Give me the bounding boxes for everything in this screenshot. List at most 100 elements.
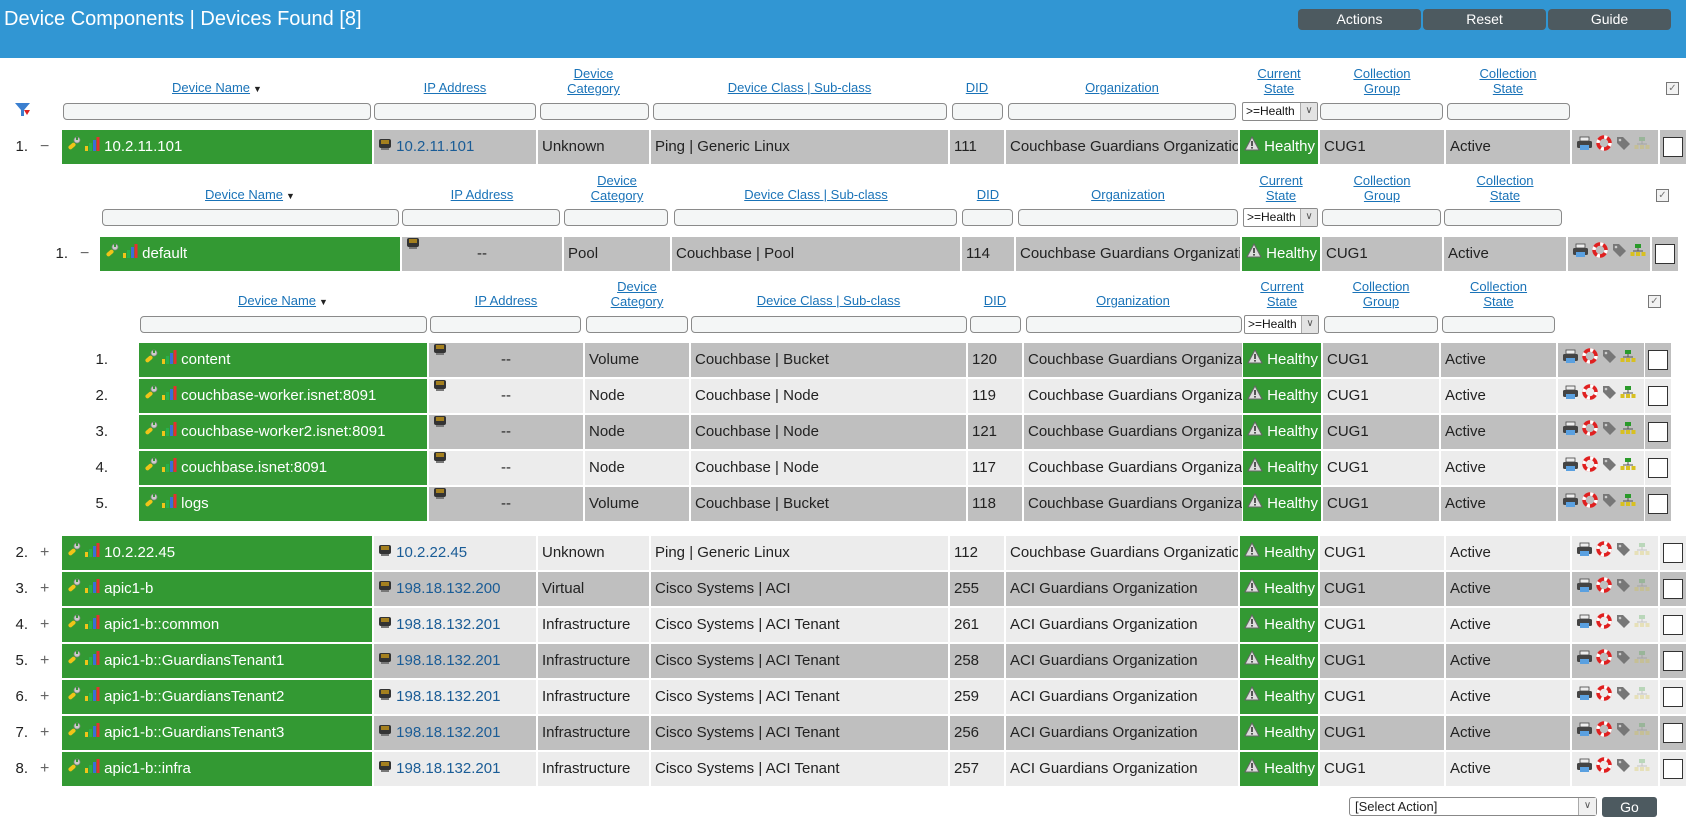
device-name-cell[interactable]: apic1-b::common xyxy=(62,608,372,642)
col-header-device-category[interactable]: Device Category xyxy=(564,173,670,203)
signal-bars-icon[interactable] xyxy=(161,379,177,413)
filter-input-name[interactable] xyxy=(140,316,427,333)
col-header-did[interactable]: DID xyxy=(968,293,1022,308)
filter-input-org[interactable] xyxy=(1018,209,1238,226)
guide-button[interactable]: Guide xyxy=(1548,9,1671,30)
device-name-link[interactable]: content xyxy=(177,351,230,368)
col-header-device-category[interactable]: Device Category xyxy=(538,66,649,96)
wrench-icon[interactable] xyxy=(104,237,120,271)
row-checkbox[interactable] xyxy=(1663,543,1683,563)
device-name-cell[interactable]: 10.2.22.45 xyxy=(62,536,372,570)
filter-input-ip[interactable] xyxy=(430,316,581,333)
state-filter-select[interactable]: >=Health ∨ xyxy=(1244,315,1319,334)
lifering-icon[interactable] xyxy=(1582,415,1598,449)
col-header-current-state[interactable]: Current State xyxy=(1240,66,1318,96)
filter-input-cls[interactable] xyxy=(653,103,947,120)
signal-bars-icon[interactable] xyxy=(161,487,177,521)
filter-input-did[interactable] xyxy=(970,316,1021,333)
ip-address-link[interactable]: 10.2.11.101 xyxy=(392,138,474,155)
device-name-link[interactable]: apic1-b::GuardiansTenant3 xyxy=(100,724,284,741)
col-header-ip-address[interactable]: IP Address xyxy=(374,80,536,95)
signal-bars-icon[interactable] xyxy=(84,536,100,570)
row-checkbox[interactable] xyxy=(1663,651,1683,671)
filter-input-cat[interactable] xyxy=(540,103,649,120)
col-header-collection-state[interactable]: Collection State xyxy=(1446,66,1570,96)
filter-input-did[interactable] xyxy=(952,103,1003,120)
filter-toggle-icon[interactable] xyxy=(14,102,32,121)
expand-icon[interactable]: + xyxy=(40,680,49,714)
lifering-icon[interactable] xyxy=(1596,752,1612,786)
ip-address-link[interactable]: 198.18.132.201 xyxy=(392,724,500,741)
signal-bars-icon[interactable] xyxy=(122,237,138,271)
expand-icon[interactable]: + xyxy=(40,716,49,750)
printer-icon[interactable] xyxy=(1562,379,1579,413)
tag-icon[interactable] xyxy=(1601,343,1617,377)
wrench-icon[interactable] xyxy=(66,608,82,642)
row-checkbox[interactable] xyxy=(1655,244,1675,264)
topology-tree-icon[interactable] xyxy=(1620,343,1636,377)
device-name-cell[interactable]: apic1-b::infra xyxy=(62,752,372,786)
col-header-organization[interactable]: Organization xyxy=(1024,293,1242,308)
wrench-icon[interactable] xyxy=(66,572,82,606)
go-button[interactable]: Go xyxy=(1602,797,1657,817)
wrench-icon[interactable] xyxy=(143,415,159,449)
device-name-cell[interactable]: apic1-b::GuardiansTenant1 xyxy=(62,644,372,678)
lifering-icon[interactable] xyxy=(1596,130,1612,164)
signal-bars-icon[interactable] xyxy=(161,343,177,377)
row-checkbox[interactable] xyxy=(1648,386,1668,406)
tag-icon[interactable] xyxy=(1615,752,1631,786)
device-name-cell[interactable]: couchbase-worker.isnet:8091 xyxy=(139,379,427,413)
device-name-cell[interactable]: content xyxy=(139,343,427,377)
col-header-collection-state[interactable]: Collection State xyxy=(1444,173,1566,203)
topology-tree-icon[interactable] xyxy=(1634,130,1650,164)
device-name-cell[interactable]: default xyxy=(100,237,400,271)
lifering-icon[interactable] xyxy=(1582,343,1598,377)
select-action-dropdown[interactable]: [Select Action] ∨ xyxy=(1349,797,1597,816)
lifering-icon[interactable] xyxy=(1596,572,1612,606)
lifering-icon[interactable] xyxy=(1582,451,1598,485)
printer-icon[interactable] xyxy=(1562,487,1579,521)
printer-icon[interactable] xyxy=(1576,752,1593,786)
filter-input-org[interactable] xyxy=(1026,316,1242,333)
filter-input-name[interactable] xyxy=(63,103,371,120)
printer-icon[interactable] xyxy=(1576,716,1593,750)
tag-icon[interactable] xyxy=(1615,644,1631,678)
topology-tree-icon[interactable] xyxy=(1634,644,1650,678)
select-all-checkbox[interactable]: ✓ xyxy=(1656,189,1669,202)
row-checkbox[interactable] xyxy=(1648,494,1668,514)
topology-tree-icon[interactable] xyxy=(1634,680,1650,714)
col-header-organization[interactable]: Organization xyxy=(1016,187,1240,202)
wrench-icon[interactable] xyxy=(66,680,82,714)
row-checkbox[interactable] xyxy=(1663,687,1683,707)
wrench-icon[interactable] xyxy=(143,487,159,521)
signal-bars-icon[interactable] xyxy=(84,572,100,606)
device-name-cell[interactable]: 10.2.11.101 xyxy=(62,130,372,164)
collapse-icon[interactable]: − xyxy=(80,237,89,271)
col-header-collection-group[interactable]: Collection Group xyxy=(1322,173,1442,203)
col-header-collection-group[interactable]: Collection Group xyxy=(1320,66,1444,96)
expand-icon[interactable]: + xyxy=(40,752,49,786)
signal-bars-icon[interactable] xyxy=(84,752,100,786)
select-all-checkbox[interactable]: ✓ xyxy=(1666,82,1679,95)
wrench-icon[interactable] xyxy=(66,644,82,678)
filter-input-grp[interactable] xyxy=(1322,209,1441,226)
ip-address-link[interactable]: 198.18.132.201 xyxy=(392,616,500,633)
col-header-device-name[interactable]: Device Name ▼ xyxy=(100,187,400,204)
col-header-device-class[interactable]: Device Class | Sub-class xyxy=(691,293,966,308)
printer-icon[interactable] xyxy=(1576,680,1593,714)
col-header-did[interactable]: DID xyxy=(962,187,1014,202)
printer-icon[interactable] xyxy=(1562,415,1579,449)
topology-tree-icon[interactable] xyxy=(1634,572,1650,606)
device-name-cell[interactable]: apic1-b xyxy=(62,572,372,606)
wrench-icon[interactable] xyxy=(143,343,159,377)
device-name-cell[interactable]: couchbase.isnet:8091 xyxy=(139,451,427,485)
lifering-icon[interactable] xyxy=(1582,379,1598,413)
col-header-ip-address[interactable]: IP Address xyxy=(429,293,583,308)
tag-icon[interactable] xyxy=(1611,237,1627,271)
row-checkbox[interactable] xyxy=(1663,579,1683,599)
topology-tree-icon[interactable] xyxy=(1634,752,1650,786)
lifering-icon[interactable] xyxy=(1596,644,1612,678)
col-header-current-state[interactable]: Current State xyxy=(1242,173,1320,203)
signal-bars-icon[interactable] xyxy=(84,608,100,642)
col-header-device-class[interactable]: Device Class | Sub-class xyxy=(651,80,948,95)
